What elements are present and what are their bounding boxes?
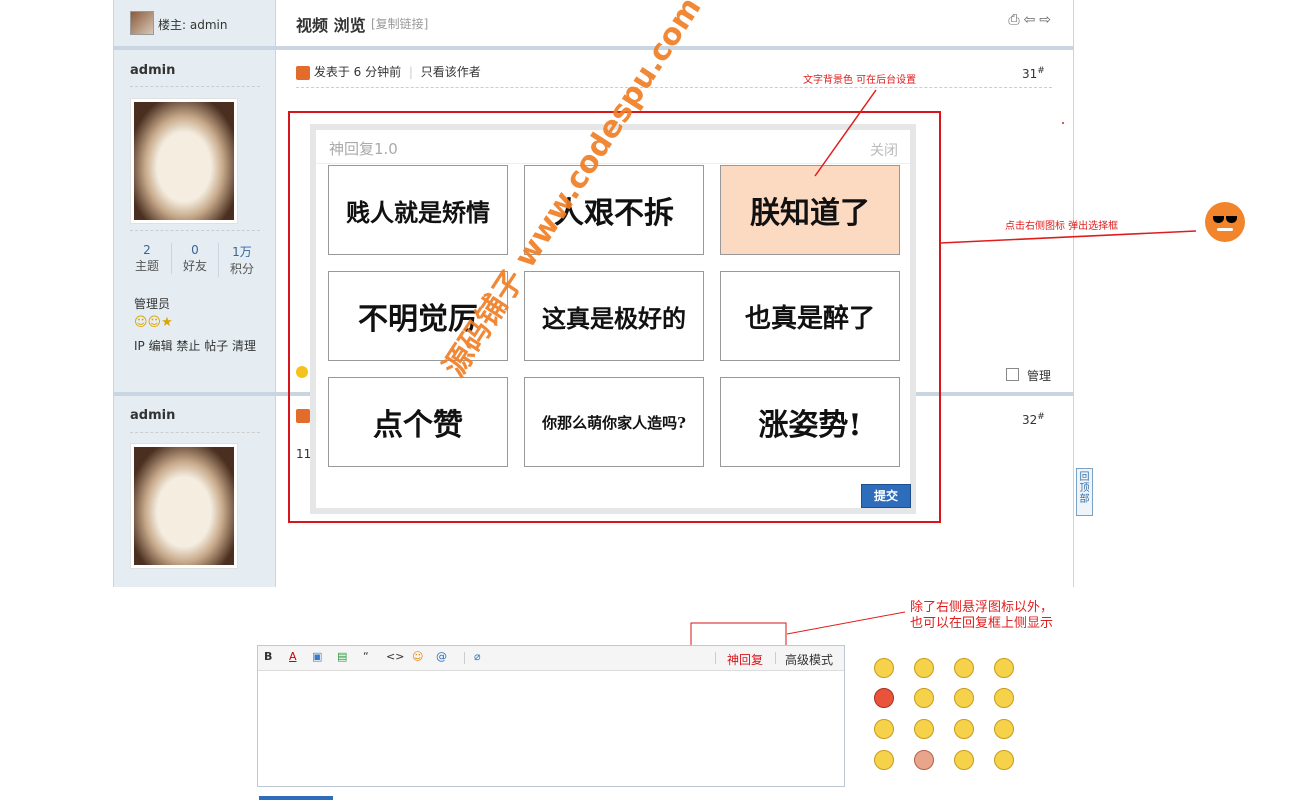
advanced-mode-link[interactable]: 高级模式 bbox=[785, 651, 833, 668]
smiley-icon[interactable] bbox=[914, 719, 934, 739]
smiley-icon[interactable] bbox=[954, 750, 974, 770]
attachment-icon[interactable]: ⌀ bbox=[474, 650, 481, 663]
sunglasses-face-icon[interactable] bbox=[1205, 202, 1245, 242]
smiley-icon[interactable] bbox=[874, 719, 894, 739]
back-to-top-button[interactable]: 回顶部 bbox=[1076, 468, 1093, 516]
toolbar-separator bbox=[715, 652, 716, 664]
font-color-button[interactable]: A bbox=[289, 650, 297, 663]
quote-icon[interactable]: “ bbox=[363, 650, 369, 663]
toolbar-separator bbox=[464, 652, 465, 664]
smiley-icon[interactable] bbox=[914, 658, 934, 678]
glass-left bbox=[1213, 216, 1224, 223]
smiley-icon[interactable] bbox=[914, 750, 934, 770]
shen-reply-button[interactable]: 神回复 bbox=[727, 651, 763, 668]
link-icon[interactable]: ▤ bbox=[337, 650, 347, 663]
smiley-icon[interactable]: ☺ bbox=[412, 650, 423, 663]
smiley-icon[interactable] bbox=[994, 750, 1014, 770]
reply-editor: B A ▣ ▤ “ <> ☺ @ ⌀ 神回复 高级模式 bbox=[257, 645, 845, 787]
smiley-icon[interactable] bbox=[994, 658, 1014, 678]
angry-smiley-icon[interactable] bbox=[874, 688, 894, 708]
glass-right bbox=[1226, 216, 1237, 223]
smiley-icon[interactable] bbox=[954, 719, 974, 739]
editor-toolbar: B A ▣ ▤ “ <> ☺ @ ⌀ 神回复 高级模式 bbox=[258, 646, 844, 671]
reply-textarea[interactable] bbox=[258, 671, 844, 786]
smiley-icon[interactable] bbox=[954, 688, 974, 708]
at-icon[interactable]: @ bbox=[436, 650, 447, 663]
reply-submit-button[interactable] bbox=[259, 796, 333, 800]
smiley-icon[interactable] bbox=[874, 750, 894, 770]
smiley-icon[interactable] bbox=[994, 688, 1014, 708]
image-icon[interactable]: ▣ bbox=[312, 650, 322, 663]
smiley-icon[interactable] bbox=[994, 719, 1014, 739]
smiley-icon[interactable] bbox=[954, 658, 974, 678]
smiley-icon[interactable] bbox=[914, 688, 934, 708]
toolbar-separator bbox=[775, 652, 776, 664]
mouth bbox=[1217, 228, 1233, 231]
smiley-icon[interactable] bbox=[874, 658, 894, 678]
code-icon[interactable]: <> bbox=[386, 650, 404, 663]
bold-button[interactable]: B bbox=[264, 650, 272, 663]
